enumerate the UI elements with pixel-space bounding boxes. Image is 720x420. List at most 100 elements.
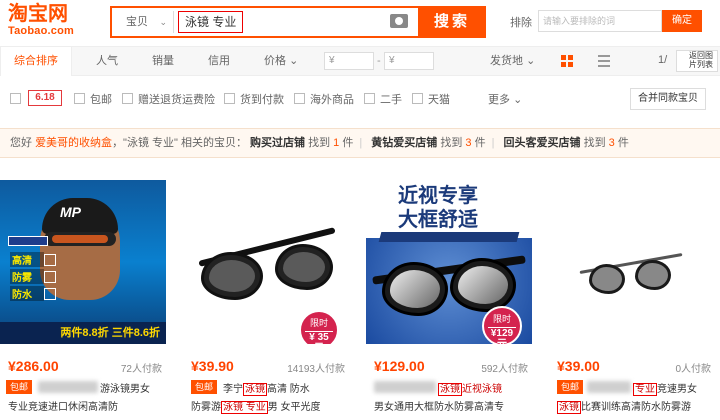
product-title-line[interactable]: 防雾游 泳镜 专业男 女平光度: [191, 398, 321, 414]
feature-label: 防水: [10, 286, 56, 301]
product-image[interactable]: 限时 ¥ 35 元: [183, 180, 349, 344]
product-card[interactable]: 近视专享 大框舒适 限时 ¥129元 ¥129.00 592人付款 泳镜近视泳镜…: [366, 180, 532, 420]
product-title-line[interactable]: 专业 竞速男女: [633, 380, 697, 396]
sort-comprehensive[interactable]: 综合排序: [0, 47, 72, 76]
confirm-button[interactable]: 确定: [662, 10, 702, 32]
chevron-down-icon: ⌄: [526, 55, 536, 67]
chevron-down-icon: ⌄: [289, 55, 299, 67]
product-title-line[interactable]: 泳镜 比赛训练高清防水防雾游: [557, 398, 691, 414]
filter-return-insurance[interactable]: 赠送退货运费险: [138, 91, 215, 107]
keyword-highlight: 泳镜 专业: [221, 401, 268, 414]
grid-view-icon[interactable]: [561, 55, 573, 67]
logo-cn: 淘宝网: [8, 3, 68, 25]
product-card[interactable]: MP 高清 防雾 防水 两件8.8折 三件8.6折 ¥286.00 72人付款 …: [0, 180, 166, 420]
price-max-input[interactable]: ¥: [384, 52, 434, 70]
chevron-down-icon: ⌄: [159, 17, 167, 27]
product-title-line[interactable]: 泳镜 近视泳镜: [438, 380, 502, 396]
chevron-down-icon: ⌄: [513, 94, 523, 106]
tip-shop2-label[interactable]: 黄钻爱买店铺: [371, 137, 437, 149]
header: 淘宝网 Taobao.com 宝贝 ⌄ 泳镜 专业 搜索 排除 请输入要排除的词…: [0, 0, 720, 44]
checkbox-618[interactable]: [10, 93, 21, 104]
tip-mid: ，"泳镜 专业" 相关的宝贝：: [112, 137, 247, 149]
product-title-line[interactable]: 李宁 泳镜 高清 防水: [223, 380, 310, 396]
feature-label: 防雾: [10, 269, 56, 284]
filter-more[interactable]: 更多 ⌄: [488, 91, 522, 107]
sort-bar: 综合排序 人气 销量 信用 价格 ⌄ ¥ - ¥ 发货地 ⌄ 1/ 返回图片列表: [0, 46, 720, 76]
product-image[interactable]: MP 高清 防雾 防水 两件8.8折 三件8.6折: [0, 180, 166, 344]
free-shipping-badge: 包邮: [557, 380, 583, 394]
sales-count: 14193人付款: [287, 364, 345, 375]
camera-icon[interactable]: [390, 14, 408, 28]
free-shipping-badge: 包邮: [6, 380, 32, 394]
blurred-text: [587, 381, 631, 393]
product-card[interactable]: 限时 ¥ 35 元 ¥39.90 14193人付款 包邮 李宁泳镜高清 防水 防…: [183, 180, 349, 420]
feature-label: 高清: [10, 252, 56, 267]
tip-shop1-unit: 件: [342, 137, 354, 149]
goggles-graphic: [44, 232, 116, 246]
sales-count: 0人付款: [675, 364, 711, 375]
price-badge-value: ¥129元: [488, 327, 516, 344]
sales-count: 592人付款: [481, 364, 528, 375]
product-image[interactable]: [549, 180, 715, 344]
sales-count: 72人付款: [120, 364, 162, 375]
product-price: ¥39.90: [191, 358, 234, 374]
keyword-highlight: 专业: [633, 383, 657, 396]
back-to-image-list[interactable]: 返回图片列表: [676, 50, 718, 72]
checkbox-cod[interactable]: [224, 93, 235, 104]
personalized-tip-bar: 您好 爱美哥的收纳盒，"泳镜 专业" 相关的宝贝： 购买过店铺 找到 1 件 | …: [0, 128, 720, 158]
checkbox-free-shipping[interactable]: [74, 93, 85, 104]
exclude-label: 排除: [510, 17, 532, 29]
sort-credit[interactable]: 信用: [208, 47, 230, 75]
product-title-line[interactable]: 游泳镜男女: [100, 380, 150, 395]
checkbox-second-hand[interactable]: [364, 93, 375, 104]
tip-shop3-count: 3: [608, 137, 615, 149]
product-price: ¥129.00: [374, 358, 425, 374]
product-title-line[interactable]: 男女通用大框防水防雾高清专: [374, 398, 504, 413]
price-badge-value: ¥ 35 元: [305, 331, 333, 344]
price-badge: 限时 ¥ 35 元: [299, 310, 339, 344]
ship-from-filter[interactable]: 发货地 ⌄: [490, 47, 535, 75]
price-badge-top: 限时: [309, 318, 328, 328]
list-view-icon[interactable]: [598, 55, 610, 67]
tip-shop1-label[interactable]: 购买过店铺: [250, 137, 305, 149]
sort-price[interactable]: 价格 ⌄: [264, 47, 298, 75]
filter-free-shipping[interactable]: 包邮: [90, 91, 112, 107]
merge-same-items-button[interactable]: 合并同款宝贝: [630, 88, 706, 110]
page-indicator: 1/: [658, 54, 668, 66]
product-title-line[interactable]: 专业竞速进口休闲高清防: [8, 398, 118, 413]
exclude-input[interactable]: 请输入要排除的词: [538, 10, 662, 32]
tip-shop1-found: 找到: [308, 137, 331, 149]
search-input[interactable]: 泳镜 专业: [178, 11, 244, 33]
filter-more-label: 更多: [488, 94, 510, 106]
price-min-input[interactable]: ¥: [324, 52, 374, 70]
filter-second-hand[interactable]: 二手: [380, 91, 402, 107]
free-shipping-badge: 包邮: [191, 380, 217, 394]
product-card[interactable]: ¥39.00 0人付款 包邮 专业 竞速男女 泳镜 比赛训练高清防水防雾游: [549, 180, 715, 420]
product-image[interactable]: 近视专享 大框舒适 限时 ¥129元: [366, 180, 532, 344]
product-price: ¥286.00: [8, 358, 59, 374]
checkbox-overseas[interactable]: [294, 93, 305, 104]
checkbox-return-insurance[interactable]: [122, 93, 133, 104]
search-box: 宝贝 ⌄ 泳镜 专业 搜索: [110, 6, 486, 38]
tip-shop2-unit: 件: [474, 137, 486, 149]
sort-sales[interactable]: 销量: [152, 47, 174, 75]
keyword-highlight: 泳镜: [243, 383, 267, 396]
tip-shop2-found: 找到: [440, 137, 463, 149]
search-button[interactable]: 搜索: [418, 6, 486, 38]
search-scope-select[interactable]: 宝贝 ⌄: [114, 11, 174, 33]
tip-username[interactable]: 爱美哥的收纳盒: [35, 137, 112, 149]
checkbox-tmall[interactable]: [412, 93, 423, 104]
taobao-logo[interactable]: 淘宝网 Taobao.com: [8, 3, 88, 41]
blurred-text: [374, 381, 436, 393]
sort-price-label: 价格: [264, 55, 286, 67]
sort-popularity[interactable]: 人气: [96, 47, 118, 75]
search-scope-label: 宝贝: [126, 16, 148, 28]
keyword-highlight: 泳镜: [557, 401, 581, 414]
filter-bar: 6.18 包邮 赠送退货运费险 货到付款 海外商品 二手 天猫 更多 ⌄ 合并同…: [0, 86, 720, 112]
filter-tmall[interactable]: 天猫: [428, 91, 450, 107]
filter-cod[interactable]: 货到付款: [240, 91, 284, 107]
brand-mp-logo: MP: [60, 204, 81, 220]
badge-618: 6.18: [28, 90, 62, 106]
tip-shop3-label[interactable]: 回头客爱买店铺: [504, 137, 581, 149]
filter-overseas[interactable]: 海外商品: [310, 91, 354, 107]
